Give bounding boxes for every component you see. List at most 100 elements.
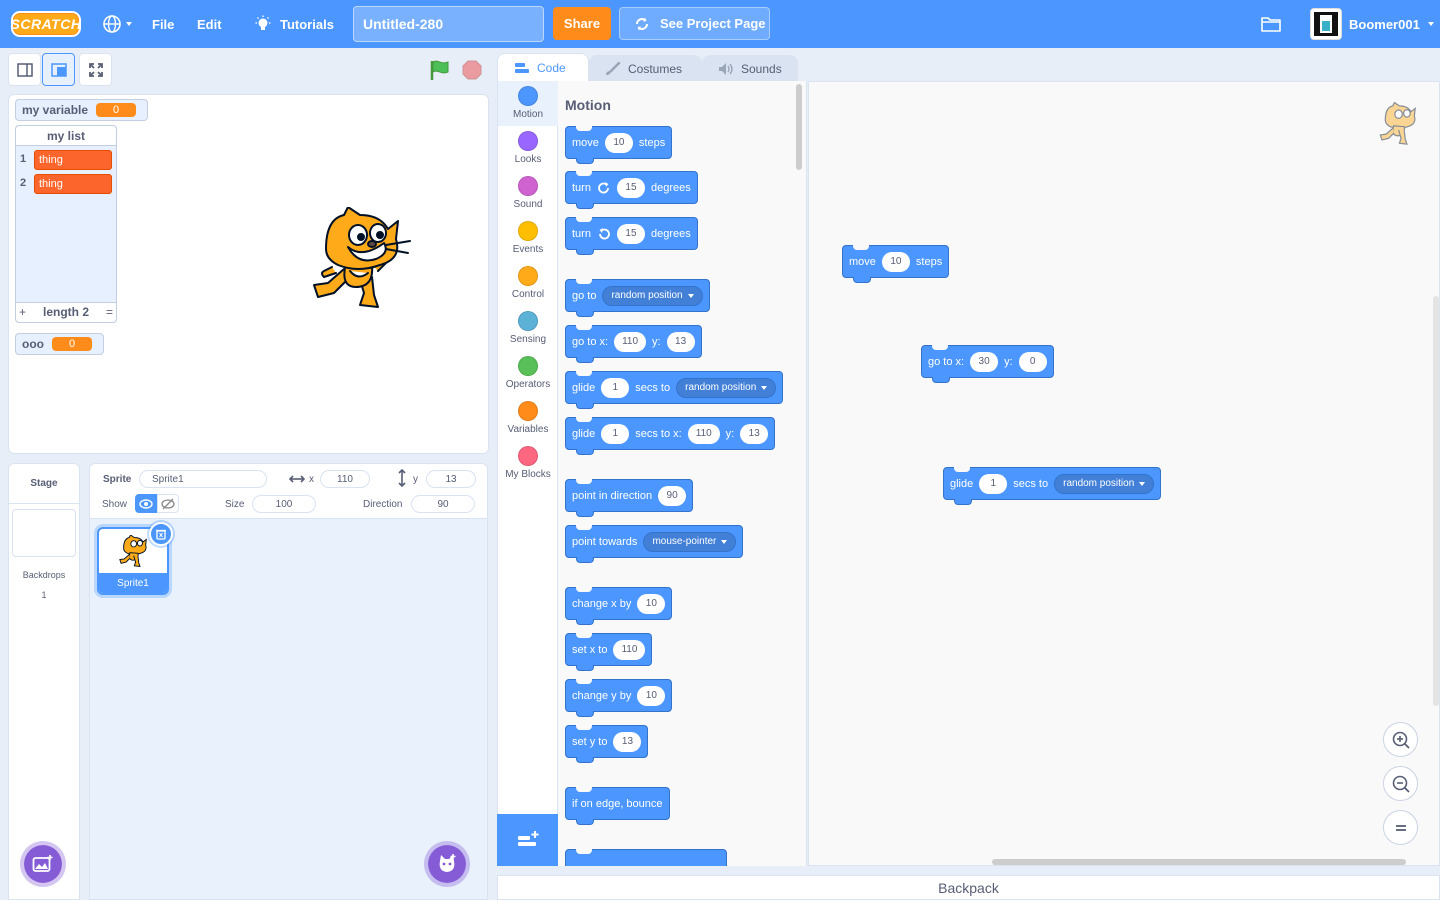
- zoom-reset-button[interactable]: [1383, 810, 1418, 845]
- block-number-input[interactable]: 13: [740, 423, 769, 444]
- list-item[interactable]: 1 thing: [20, 150, 112, 170]
- variable-monitor-my-variable[interactable]: my variable 0: [15, 99, 148, 121]
- add-extension-button[interactable]: [497, 814, 558, 866]
- block-number-input[interactable]: 10: [637, 685, 666, 706]
- list-monitor-my-list[interactable]: my list 1 thing 2 thing + length 2 =: [15, 125, 117, 323]
- category-my-blocks[interactable]: My Blocks: [498, 441, 558, 486]
- block-number-input[interactable]: 15: [616, 177, 645, 198]
- project-title-input[interactable]: Untitled-280: [353, 6, 544, 42]
- tab-costumes[interactable]: Costumes: [589, 55, 702, 83]
- choose-backdrop-button[interactable]: [20, 841, 66, 887]
- block-number-input[interactable]: 0: [1018, 351, 1047, 372]
- list-resize-handle[interactable]: =: [106, 305, 113, 319]
- block-if-on-edge-bounce[interactable]: if on edge, bounce: [565, 787, 670, 825]
- block-number-input[interactable]: 13: [613, 731, 642, 752]
- block-number-input[interactable]: 110: [614, 331, 647, 352]
- block-number-input[interactable]: 10: [637, 593, 666, 614]
- block-glide-to[interactable]: glide 1 secs to random position: [565, 371, 784, 409]
- block-turn-right[interactable]: turn 15 degrees: [565, 171, 698, 209]
- edit-menu[interactable]: Edit: [197, 0, 222, 48]
- share-button[interactable]: Share: [553, 7, 611, 40]
- stage-thumbnail[interactable]: [12, 509, 76, 557]
- zoom-out-button[interactable]: [1383, 766, 1418, 801]
- green-flag-button[interactable]: [429, 59, 451, 86]
- backpack-bar[interactable]: Backpack: [497, 875, 1440, 900]
- show-sprite-button[interactable]: [135, 494, 157, 513]
- workspace-block-glide-to[interactable]: glide 1 secs to random position: [943, 467, 1162, 505]
- avatar[interactable]: [1310, 8, 1342, 40]
- block-number-input[interactable]: 1: [601, 377, 630, 398]
- variable-monitor-ooo[interactable]: ooo 0: [15, 333, 104, 355]
- block-number-input[interactable]: 10: [604, 132, 633, 153]
- y-position-input[interactable]: 13: [426, 470, 476, 488]
- account-menu[interactable]: Boomer001: [1349, 0, 1434, 48]
- category-sound[interactable]: Sound: [498, 171, 558, 216]
- block-number-input[interactable]: 1: [601, 423, 630, 444]
- block-set-rotation-style[interactable]: [565, 849, 727, 866]
- stop-button[interactable]: [462, 60, 482, 85]
- block-number-input[interactable]: 30: [970, 351, 999, 372]
- delete-sprite-button[interactable]: [149, 522, 173, 546]
- block-dropdown[interactable]: random position: [602, 285, 703, 306]
- category-sensing[interactable]: Sensing: [498, 306, 558, 351]
- block-number-input[interactable]: 110: [613, 639, 646, 660]
- block-number-input[interactable]: 10: [881, 251, 910, 272]
- workspace-horizontal-scrollbar[interactable]: [992, 859, 1406, 865]
- block-dropdown[interactable]: random position: [1054, 473, 1155, 494]
- tab-code[interactable]: Code: [497, 53, 589, 81]
- tutorials-button[interactable]: Tutorials: [254, 0, 334, 48]
- block-glide-to-xy[interactable]: glide 1 secs to x: 110 y: 13: [565, 417, 776, 455]
- block-change-y[interactable]: change y by 10: [565, 679, 673, 717]
- direction-input[interactable]: 90: [411, 495, 475, 513]
- scratch-logo[interactable]: SCRATCH: [11, 11, 81, 37]
- sprite-name-input[interactable]: Sprite1: [139, 470, 267, 488]
- list-item-value[interactable]: thing: [34, 174, 112, 194]
- category-motion[interactable]: Motion: [498, 81, 558, 126]
- choose-sprite-button[interactable]: [424, 841, 470, 887]
- category-looks[interactable]: Looks: [498, 126, 558, 171]
- small-stage-button[interactable]: [8, 53, 41, 86]
- block-point-towards[interactable]: point towards mouse-pointer: [565, 525, 744, 563]
- block-change-x[interactable]: change x by 10: [565, 587, 673, 625]
- my-stuff-button[interactable]: [1260, 0, 1282, 48]
- workspace-block-move-steps[interactable]: move 10 steps: [842, 245, 950, 283]
- list-item[interactable]: 2 thing: [20, 174, 112, 194]
- block-point-in-direction[interactable]: point in direction 90: [565, 479, 694, 517]
- block-number-input[interactable]: 110: [687, 423, 720, 444]
- category-control[interactable]: Control: [498, 261, 558, 306]
- size-input[interactable]: 100: [252, 495, 316, 513]
- category-events[interactable]: Events: [498, 216, 558, 261]
- language-menu[interactable]: [101, 0, 132, 48]
- x-position-input[interactable]: 110: [320, 470, 370, 488]
- block-set-y[interactable]: set y to 13: [565, 725, 649, 763]
- category-variables[interactable]: Variables: [498, 396, 558, 441]
- tab-sounds[interactable]: Sounds: [702, 55, 798, 83]
- see-project-page-button[interactable]: See Project Page: [619, 7, 770, 40]
- block-dropdown[interactable]: random position: [676, 377, 777, 398]
- block-number-input[interactable]: 15: [616, 223, 645, 244]
- hide-sprite-button[interactable]: [157, 494, 179, 513]
- code-workspace[interactable]: move 10 steps go to x: 30 y: 0 glide 1 s…: [808, 81, 1440, 866]
- palette-scrollbar[interactable]: [796, 84, 802, 170]
- block-turn-left[interactable]: turn 15 degrees: [565, 217, 698, 255]
- large-stage-button[interactable]: [42, 53, 75, 86]
- block-move-steps[interactable]: move 10 steps: [565, 126, 673, 164]
- fullscreen-button[interactable]: [79, 53, 112, 86]
- block-number-input[interactable]: 1: [979, 473, 1008, 494]
- block-set-x[interactable]: set x to 110: [565, 633, 653, 671]
- list-add-button[interactable]: +: [19, 305, 26, 319]
- block-go-to[interactable]: go to random position: [565, 279, 710, 317]
- stage-canvas[interactable]: my variable 0 my list 1 thing 2 thing + …: [8, 94, 489, 454]
- list-item-value[interactable]: thing: [34, 150, 112, 170]
- workspace-block-go-to-xy[interactable]: go to x: 30 y: 0: [921, 345, 1054, 383]
- category-operators[interactable]: Operators: [498, 351, 558, 396]
- block-go-to-xy[interactable]: go to x: 110 y: 13: [565, 325, 702, 363]
- block-number-input[interactable]: 90: [658, 485, 687, 506]
- stage-selector-panel[interactable]: Stage Backdrops 1: [8, 463, 80, 900]
- workspace-vertical-scrollbar[interactable]: [1433, 296, 1439, 706]
- cat-sprite[interactable]: [306, 207, 412, 315]
- block-dropdown[interactable]: mouse-pointer: [643, 531, 737, 552]
- block-number-input[interactable]: 13: [666, 331, 695, 352]
- zoom-in-button[interactable]: [1383, 722, 1418, 757]
- file-menu[interactable]: File: [152, 0, 174, 48]
